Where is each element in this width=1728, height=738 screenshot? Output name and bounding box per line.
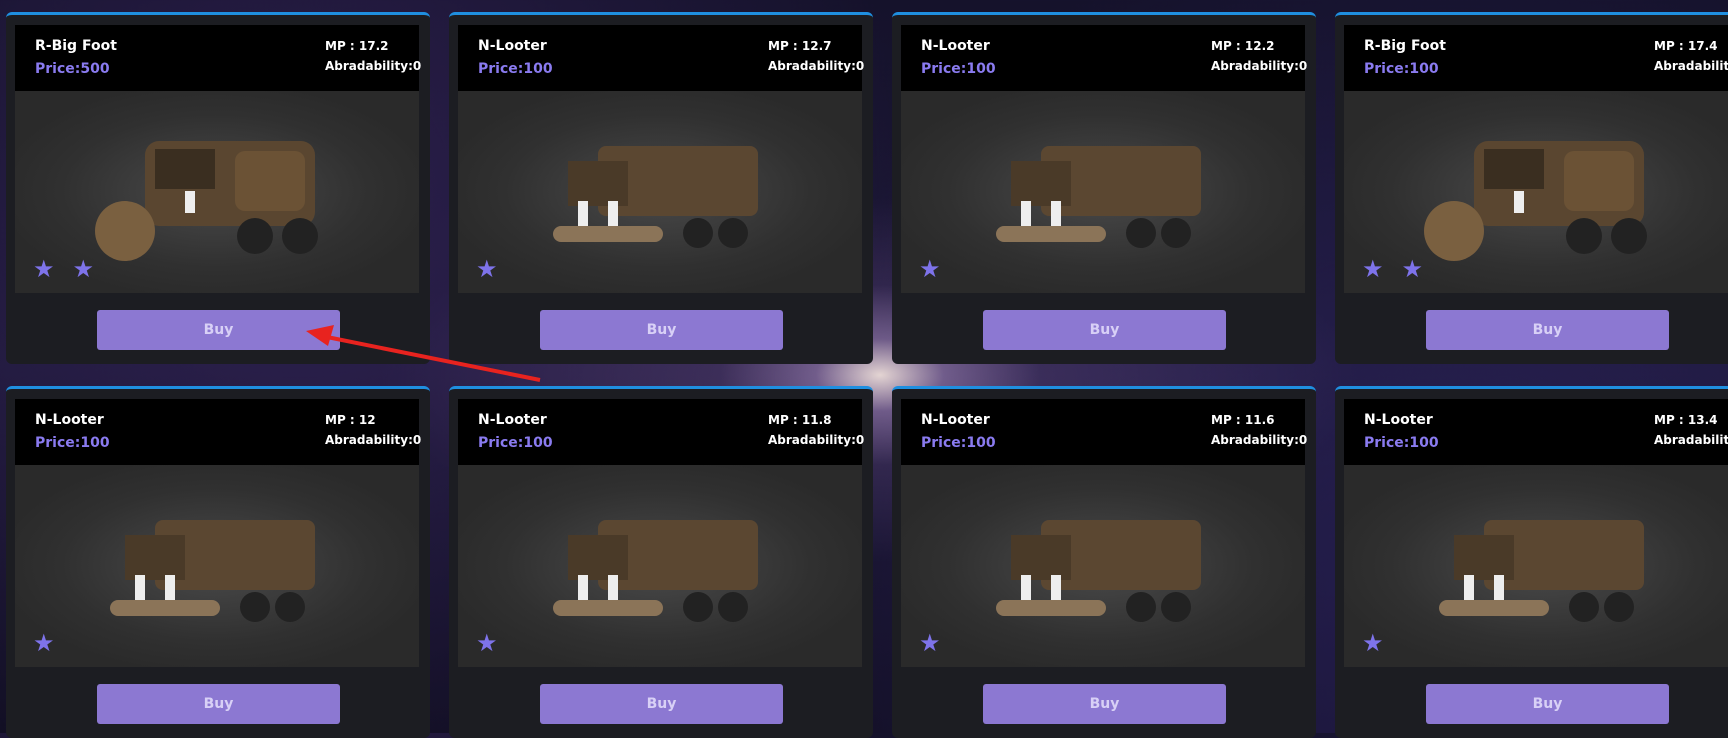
card-header: N-Looter Price:100 MP : 13.4 Abradabilit… xyxy=(1344,399,1728,465)
vehicle-abradability: Abradability:0 xyxy=(1654,433,1728,447)
vehicle-abradability: Abradability:0 xyxy=(1211,433,1308,447)
nft-card: N-Looter Price:100 MP : 13.4 Abradabilit… xyxy=(1335,386,1728,738)
rarity-stars: ★ xyxy=(919,257,941,281)
rarity-stars: ★ xyxy=(33,631,55,655)
rarity-stars: ★ xyxy=(476,631,498,655)
nft-card: N-Looter Price:100 MP : 11.6 Abradabilit… xyxy=(892,386,1316,738)
buy-button[interactable]: Buy xyxy=(983,684,1226,724)
nft-card: N-Looter Price:100 MP : 11.8 Abradabilit… xyxy=(449,386,873,738)
nft-card: R-Big Foot Price:500 MP : 17.2 Abradabil… xyxy=(6,12,430,364)
looter-truck-image: ★ xyxy=(901,91,1305,293)
vehicle-mp: MP : 11.6 xyxy=(1211,413,1275,427)
card-header: R-Big Foot Price:500 MP : 17.2 Abradabil… xyxy=(15,25,422,91)
vehicle-abradability: Abradability:0 xyxy=(768,59,865,73)
nft-card: N-Looter Price:100 MP : 12 Abradability:… xyxy=(6,386,430,738)
vehicle-price: Price:100 xyxy=(1364,435,1439,451)
looter-truck-image: ★ xyxy=(901,465,1305,667)
buy-button[interactable]: Buy xyxy=(983,310,1226,350)
buy-button[interactable]: Buy xyxy=(97,310,340,350)
looter-truck-image: ★ xyxy=(15,465,419,667)
vehicle-price: Price:100 xyxy=(478,435,553,451)
big-foot-truck-image: ★ ★ xyxy=(15,91,419,293)
nft-card: R-Big Foot Price:100 MP : 17.4 Abradabil… xyxy=(1335,12,1728,364)
vehicle-abradability: Abradability:0 xyxy=(1654,59,1728,73)
buy-button[interactable]: Buy xyxy=(540,310,783,350)
rarity-stars: ★ xyxy=(1362,631,1384,655)
vehicle-mp: MP : 13.4 xyxy=(1654,413,1718,427)
vehicle-abradability: Abradability:0 xyxy=(325,433,422,447)
vehicle-name: N-Looter xyxy=(1364,412,1433,428)
star-icon: ★ xyxy=(476,255,498,283)
vehicle-price: Price:500 xyxy=(35,61,110,77)
vehicle-price: Price:100 xyxy=(35,435,110,451)
vehicle-mp: MP : 12 xyxy=(325,413,376,427)
star-icon: ★ xyxy=(72,255,95,283)
card-header: N-Looter Price:100 MP : 12.2 Abradabilit… xyxy=(901,25,1308,91)
vehicle-name: R-Big Foot xyxy=(1364,38,1446,54)
rarity-stars: ★ ★ xyxy=(33,257,94,281)
vehicle-price: Price:100 xyxy=(921,435,996,451)
vehicle-name: R-Big Foot xyxy=(35,38,117,54)
star-icon: ★ xyxy=(919,255,941,283)
star-icon: ★ xyxy=(1401,255,1424,283)
rarity-stars: ★ xyxy=(919,631,941,655)
buy-button[interactable]: Buy xyxy=(1426,310,1669,350)
star-icon: ★ xyxy=(33,255,55,283)
vehicle-name: N-Looter xyxy=(921,38,990,54)
vehicle-abradability: Abradability:0 xyxy=(325,59,422,73)
card-header: N-Looter Price:100 MP : 12 Abradability:… xyxy=(15,399,422,465)
nft-card: N-Looter Price:100 MP : 12.7 Abradabilit… xyxy=(449,12,873,364)
vehicle-abradability: Abradability:0 xyxy=(1211,59,1308,73)
star-icon: ★ xyxy=(1362,629,1384,657)
vehicle-name: N-Looter xyxy=(478,38,547,54)
vehicle-mp: MP : 12.7 xyxy=(768,39,832,53)
nft-card: N-Looter Price:100 MP : 12.2 Abradabilit… xyxy=(892,12,1316,364)
vehicle-mp: MP : 17.2 xyxy=(325,39,389,53)
big-foot-truck-image: ★ ★ xyxy=(1344,91,1728,293)
card-header: N-Looter Price:100 MP : 12.7 Abradabilit… xyxy=(458,25,865,91)
star-icon: ★ xyxy=(919,629,941,657)
vehicle-abradability: Abradability:0 xyxy=(768,433,865,447)
rarity-stars: ★ xyxy=(476,257,498,281)
looter-truck-image: ★ xyxy=(458,91,862,293)
vehicle-price: Price:100 xyxy=(1364,61,1439,77)
star-icon: ★ xyxy=(1362,255,1384,283)
star-icon: ★ xyxy=(476,629,498,657)
star-icon: ★ xyxy=(33,629,55,657)
vehicle-name: N-Looter xyxy=(478,412,547,428)
vehicle-mp: MP : 12.2 xyxy=(1211,39,1275,53)
looter-truck-image: ★ xyxy=(1344,465,1728,667)
buy-button[interactable]: Buy xyxy=(1426,684,1669,724)
buy-button[interactable]: Buy xyxy=(540,684,783,724)
vehicle-name: N-Looter xyxy=(921,412,990,428)
card-header: N-Looter Price:100 MP : 11.6 Abradabilit… xyxy=(901,399,1308,465)
vehicle-mp: MP : 17.4 xyxy=(1654,39,1718,53)
card-header: R-Big Foot Price:100 MP : 17.4 Abradabil… xyxy=(1344,25,1728,91)
buy-button[interactable]: Buy xyxy=(97,684,340,724)
vehicle-price: Price:100 xyxy=(478,61,553,77)
rarity-stars: ★ ★ xyxy=(1362,257,1423,281)
vehicle-price: Price:100 xyxy=(921,61,996,77)
vehicle-name: N-Looter xyxy=(35,412,104,428)
vehicle-mp: MP : 11.8 xyxy=(768,413,832,427)
looter-truck-image: ★ xyxy=(458,465,862,667)
card-header: N-Looter Price:100 MP : 11.8 Abradabilit… xyxy=(458,399,865,465)
